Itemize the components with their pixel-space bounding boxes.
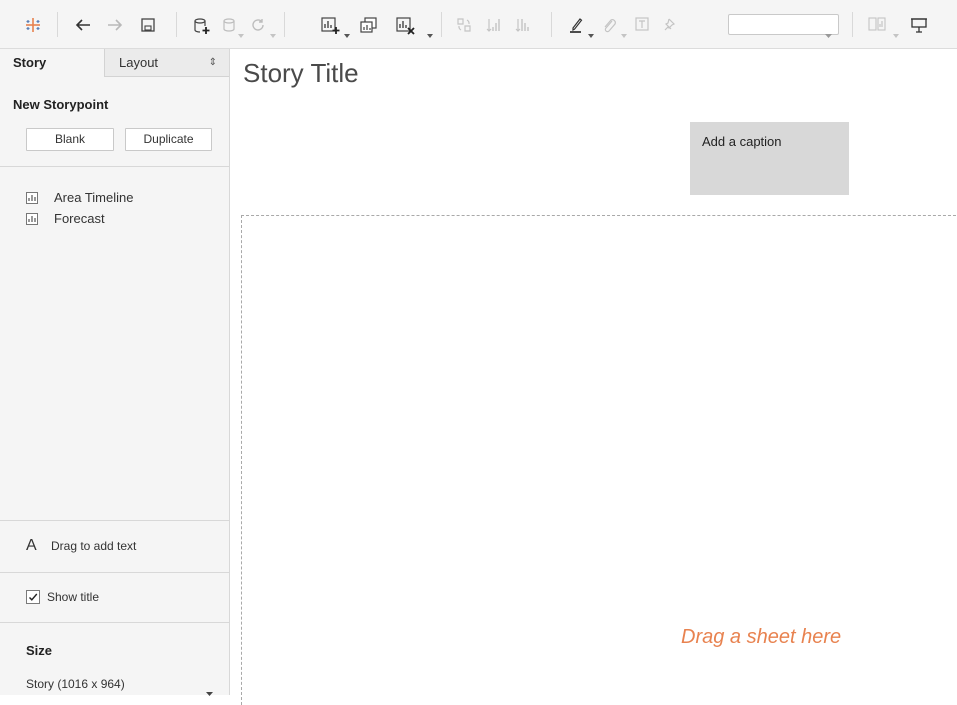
chevron-down-icon [206,683,213,701]
drop-zone-hint: Drag a sheet here [681,626,842,648]
panel-tabs: Story Layout ⇕ [0,49,229,77]
show-title-label: Show title [47,590,100,604]
chevron-down-icon[interactable] [344,23,350,38]
toolbar-separator [551,12,552,37]
size-select-value: Story (1016 x 964) [26,677,125,691]
show-me-icon[interactable] [868,17,886,33]
sheet-drop-zone[interactable] [241,215,957,705]
swap-rows-columns-icon[interactable] [456,17,472,33]
caption-text: Add a caption [702,134,782,149]
fix-axes-icon[interactable] [664,17,678,33]
blank-button[interactable]: Blank [26,128,114,151]
toolbar-separator [57,12,58,37]
chevron-down-icon [825,23,832,42]
duplicate-button[interactable]: Duplicate [125,128,212,151]
new-storypoint-title: New Storypoint [13,97,109,112]
presentation-mode-icon[interactable] [910,17,928,33]
group-members-icon[interactable] [602,17,616,33]
forward-icon[interactable] [106,17,124,33]
toolbar-separator [284,12,285,37]
story-title[interactable]: Story Title [243,58,359,89]
chevron-down-icon[interactable] [588,23,594,38]
show-mark-labels-icon[interactable] [635,17,649,33]
fit-select[interactable] [728,14,839,38]
chevron-down-icon[interactable] [893,23,899,38]
story-panel: Story Layout ⇕ New Storypoint Blank Dupl… [0,49,230,696]
duplicate-icon[interactable] [360,17,378,33]
toolbar [0,0,957,49]
divider [0,520,229,521]
sheet-item-label: Forecast [54,211,105,226]
divider [0,572,229,573]
divider [0,166,229,167]
sort-descending-icon[interactable] [515,17,531,33]
chevron-down-icon[interactable] [270,23,276,38]
pause-updates-icon[interactable] [222,17,236,33]
tableau-logo-icon[interactable] [24,17,42,33]
tab-layout[interactable]: Layout ⇕ [104,49,229,77]
show-title-checkbox[interactable] [26,590,40,604]
size-select[interactable]: Story (1016 x 964) [26,677,216,696]
chevron-down-icon[interactable] [238,23,244,38]
clear-sheet-icon[interactable] [396,17,416,35]
chevron-down-icon[interactable] [427,23,433,38]
tab-layout-label: Layout [119,55,159,70]
toolbar-separator [441,12,442,37]
back-icon[interactable] [74,17,92,33]
text-object-icon: A [26,537,37,554]
worksheet-icon [26,192,38,208]
save-icon[interactable] [140,17,156,33]
highlight-icon[interactable] [568,17,584,33]
toolbar-separator [176,12,177,37]
new-worksheet-icon[interactable] [321,17,341,34]
drag-to-add-text-label: Drag to add text [51,539,137,553]
divider [0,622,229,623]
worksheet-icon [26,213,38,229]
sheet-item-label: Area Timeline [54,190,134,205]
sort-ascending-icon[interactable] [486,17,502,33]
new-data-source-icon[interactable] [193,17,211,34]
sort-arrows-icon: ⇕ [208,57,217,68]
refresh-icon[interactable] [250,17,266,33]
storypoint-caption[interactable]: Add a caption [690,122,849,195]
toolbar-separator [852,12,853,37]
size-title: Size [26,643,53,658]
chevron-down-icon[interactable] [621,23,627,38]
tab-story[interactable]: Story [0,49,104,77]
